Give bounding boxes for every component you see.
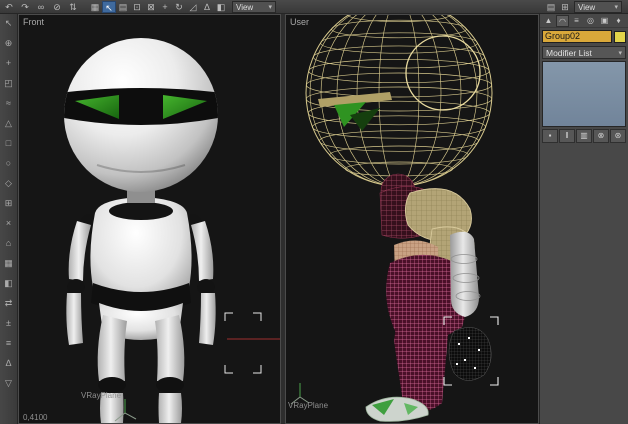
3ds-max-window: ↶ ↷ ∞ ⊘ ⇅ ▦ ↖ ▤ ⊡ ⊠ + ↻ ◿ ∆ ◧ View ▾ ▤ ⊞…	[0, 0, 628, 424]
down-triangle-icon[interactable]: ▽	[2, 377, 16, 390]
tab-display[interactable]: ▣	[598, 15, 611, 27]
pin-stack-button[interactable]: ▪	[542, 129, 558, 143]
viewport-label-front[interactable]: Front	[23, 17, 44, 27]
grid-icon[interactable]: ⊞	[2, 197, 16, 210]
chevron-down-icon: ▾	[614, 4, 618, 11]
view-dropdown[interactable]: View ▾	[574, 1, 622, 13]
main-toolbar: ↶ ↷ ∞ ⊘ ⇅ ▦ ↖ ▤ ⊡ ⊠ + ↻ ◿ ∆ ◧ View ▾ ▤ ⊞…	[0, 0, 628, 14]
robot-visor	[64, 88, 218, 125]
viewport-front[interactable]: Front VRayPlane 0,4100	[18, 14, 281, 424]
modifier-list-label: Modifier List	[546, 47, 592, 58]
side-toolbar: ↖ ⊕ + ◰ ≈ △ □ ○ ◇ ⊞ × ⌂ ▦ ◧ ⇄ ± ≡ ∆ ▽	[0, 14, 18, 424]
redo-icon[interactable]: ↷	[18, 1, 32, 13]
chevron-down-icon: ▾	[268, 4, 272, 11]
command-panel-tabs: ▲ ◠ ≡ ◎ ▣ ♦	[540, 14, 628, 28]
wireframe-visor	[318, 92, 392, 131]
coordinate-readout: 0,4100	[23, 413, 48, 422]
coordinate-system-dropdown[interactable]: View ▾	[232, 1, 276, 13]
bind-space-warp-icon[interactable]: ⇅	[66, 1, 80, 13]
view-dropdown-value: View	[578, 2, 596, 12]
modifier-stack-list[interactable]	[542, 61, 626, 127]
remove-modifier-button[interactable]: ⊗	[593, 129, 609, 143]
arm-segment	[450, 231, 481, 317]
swap-arrows-icon[interactable]: ⇄	[2, 297, 16, 310]
square-icon[interactable]: □	[2, 137, 16, 150]
selection-bracket	[224, 312, 262, 374]
select-link-icon[interactable]: ∞	[34, 1, 48, 13]
undo-icon[interactable]: ↶	[2, 1, 16, 13]
waves-icon[interactable]: ≈	[2, 97, 16, 110]
tab-modify[interactable]: ◠	[556, 14, 569, 27]
select-by-name-icon[interactable]: ▤	[116, 1, 130, 13]
triangle-icon[interactable]: △	[2, 117, 16, 130]
select-object-icon[interactable]: ↖	[102, 1, 116, 13]
unlink-icon[interactable]: ⊘	[50, 1, 64, 13]
mesh-icon[interactable]: ▦	[2, 257, 16, 270]
window-crossing-icon[interactable]: ⊠	[144, 1, 158, 13]
viewport-label-user[interactable]: User	[290, 17, 309, 27]
tab-motion[interactable]: ◎	[584, 15, 597, 27]
half-square-icon[interactable]: ◧	[2, 277, 16, 290]
leg-mesh	[394, 312, 448, 412]
show-end-result-button[interactable]: ‖	[559, 129, 575, 143]
plus-icon[interactable]: +	[2, 57, 16, 70]
user-viewport-canvas[interactable]	[286, 15, 538, 423]
hand-mesh	[448, 327, 492, 381]
selection-filter-icon[interactable]: ▦	[88, 1, 102, 13]
modifier-list-dropdown[interactable]: Modifier List ▾	[542, 46, 626, 59]
object-name-field[interactable]: Group02	[542, 30, 612, 43]
object-label-vrayplane: VRayPlane	[288, 401, 329, 410]
delta-icon[interactable]: ∆	[2, 357, 16, 370]
snap-toggle-icon[interactable]: ∆	[200, 1, 214, 13]
viewport-area: Front VRayPlane 0,4100 User VRayPlane	[18, 14, 539, 424]
select-scale-icon[interactable]: ◿	[186, 1, 200, 13]
plus-minus-icon[interactable]: ±	[2, 317, 16, 330]
corner-box-icon[interactable]: ◰	[2, 77, 16, 90]
plus-circle-icon[interactable]: ⊕	[2, 37, 16, 50]
make-unique-button[interactable]: ▥	[576, 129, 592, 143]
configure-modifier-sets-button[interactable]: ⊛	[610, 129, 626, 143]
command-panel: ▲ ◠ ≡ ◎ ▣ ♦ Group02 Modifier List ▾ ▪ ‖ …	[539, 14, 628, 424]
select-rotate-icon[interactable]: ↻	[172, 1, 186, 13]
tab-create[interactable]: ▲	[542, 15, 555, 27]
diamond-icon[interactable]: ◇	[2, 177, 16, 190]
curve-editor-icon[interactable]: ⊞	[558, 1, 572, 13]
modifier-stack-buttons: ▪ ‖ ▥ ⊗ ⊛	[540, 129, 628, 143]
select-move-icon[interactable]: +	[158, 1, 172, 13]
front-viewport-canvas[interactable]	[19, 15, 280, 423]
arrow-icon[interactable]: ↖	[2, 17, 16, 30]
tab-utilities[interactable]: ♦	[612, 15, 625, 27]
house-icon[interactable]: ⌂	[2, 237, 16, 250]
wireframe-body	[365, 173, 492, 422]
coordinate-system-value: View	[236, 2, 254, 12]
robot-head	[64, 38, 218, 192]
selection-region-icon[interactable]: ⊡	[130, 1, 144, 13]
mirror-icon[interactable]: ◧	[214, 1, 228, 13]
object-name-row: Group02	[540, 28, 628, 45]
object-label-vrayplane: VRayPlane	[81, 391, 122, 400]
viewport-user[interactable]: User VRayPlane	[285, 14, 539, 424]
cross-icon[interactable]: ×	[2, 217, 16, 230]
object-color-swatch[interactable]	[614, 30, 626, 43]
circle-icon[interactable]: ○	[2, 157, 16, 170]
lines-icon[interactable]: ≡	[2, 337, 16, 350]
tab-hierarchy[interactable]: ≡	[570, 15, 583, 27]
chevron-down-icon: ▾	[618, 49, 622, 57]
manage-layers-icon[interactable]: ▤	[544, 1, 558, 13]
